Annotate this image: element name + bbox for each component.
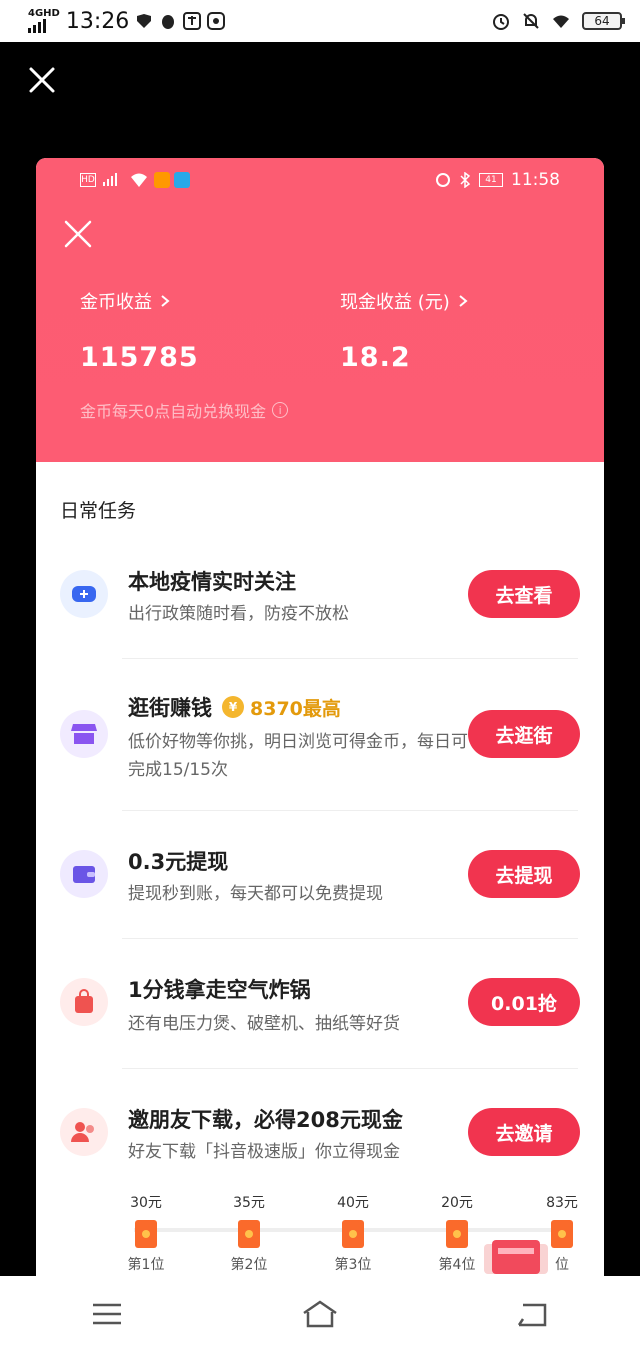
wifi-icon	[131, 173, 147, 187]
section-title: 日常任务	[60, 500, 137, 522]
gift-icon[interactable]	[476, 1238, 556, 1278]
signal-icon	[103, 173, 117, 186]
shop-icon	[60, 710, 108, 758]
bluetooth-icon	[460, 172, 471, 188]
task-desc: 低价好物等你挑，明日浏览可得金币，每日可完成15/15次	[128, 732, 468, 780]
pay-icon	[183, 12, 202, 30]
alarm-icon	[436, 173, 450, 187]
back-icon[interactable]	[513, 1299, 553, 1329]
task-title: 0.3元提现	[128, 850, 229, 874]
rank-label: 第2位	[230, 1257, 268, 1273]
signal-icon: 4GHD	[28, 9, 60, 33]
red-packet-icon	[342, 1220, 364, 1248]
divider	[122, 658, 578, 659]
exchange-note: 金币每天0点自动兑换现金 i	[80, 398, 289, 422]
outer-status-bar: 4GHD 13:26 64	[0, 0, 640, 42]
weather-icon	[174, 172, 190, 188]
coin-icon: ¥	[222, 696, 244, 718]
divider	[122, 1068, 578, 1069]
bag-icon	[60, 978, 108, 1026]
red-packet-icon	[238, 1220, 260, 1248]
reward-amount: 40元	[337, 1195, 369, 1211]
mask-icon	[60, 570, 108, 618]
coin-earnings-label: 金币收益	[80, 292, 152, 313]
bonus-text: 8370最高	[250, 697, 341, 720]
task-title: 邀朋友下载，必得208元现金	[128, 1108, 403, 1132]
task-desc: 提现秒到账，每天都可以免费提现	[128, 884, 383, 904]
inner-clock: 11:58	[511, 170, 560, 190]
wallet-icon	[60, 850, 108, 898]
task-desc: 出行政策随时看，防疫不放松	[128, 604, 349, 624]
task-title: 逛街赚钱	[128, 696, 212, 720]
task-card: HD 41 11:58 金币收益 115785 现金收益 (元) 18.2 金币…	[36, 158, 604, 1278]
hd-icon: HD	[80, 173, 96, 187]
coin-earnings[interactable]: 金币收益 115785	[80, 288, 199, 373]
divider	[122, 938, 578, 939]
penguin-icon	[162, 15, 175, 29]
chevron-right-icon	[161, 295, 170, 307]
close-icon[interactable]	[62, 218, 94, 250]
battery-icon: 64	[582, 12, 625, 30]
rank-label: 第3位	[334, 1257, 372, 1273]
task-title: 1分钱拿走空气炸锅	[128, 978, 311, 1002]
reward-amount: 83元	[546, 1195, 578, 1211]
shop-button[interactable]: 去逛街	[468, 710, 580, 758]
progress-stop: 35元 第2位	[221, 1192, 277, 1274]
info-icon[interactable]: i	[272, 402, 289, 418]
cash-earnings-value: 18.2	[340, 342, 411, 373]
task-title: 本地疫情实时关注	[128, 570, 296, 594]
grab-button[interactable]: 0.01抢	[468, 978, 580, 1026]
battery-icon: 41	[479, 173, 503, 187]
shield-icon	[137, 14, 152, 28]
hand-icon	[207, 12, 226, 30]
wifi-icon	[553, 15, 569, 28]
invite-button[interactable]: 去邀请	[468, 1108, 580, 1156]
progress-stop: 40元 第3位	[325, 1192, 381, 1274]
progress-stop: 30元 第1位	[118, 1192, 174, 1274]
task-desc: 好友下载「抖音极速版」你立得现金	[128, 1142, 400, 1162]
cash-earnings-label: 现金收益 (元)	[340, 292, 450, 313]
red-packet-icon	[446, 1220, 468, 1248]
red-packet-icon	[135, 1220, 157, 1248]
coin-earnings-value: 115785	[80, 342, 199, 373]
withdraw-button[interactable]: 去提现	[468, 850, 580, 898]
rank-label: 第1位	[127, 1257, 165, 1273]
reward-amount: 30元	[130, 1195, 162, 1211]
cash-earnings[interactable]: 现金收益 (元) 18.2	[340, 288, 468, 373]
view-button[interactable]: 去查看	[468, 570, 580, 618]
mute-bell-icon	[523, 13, 539, 29]
bottom-nav-bar	[0, 1276, 640, 1351]
reward-amount: 35元	[233, 1195, 265, 1211]
reward-amount: 20元	[441, 1195, 473, 1211]
task-desc: 还有电压力煲、破壁机、抽纸等好货	[128, 1014, 400, 1034]
close-icon[interactable]	[28, 66, 56, 94]
clock-time: 13:26	[65, 8, 130, 34]
divider	[122, 810, 578, 811]
menu-icon[interactable]	[87, 1299, 127, 1329]
alarm-icon	[493, 14, 509, 30]
task-title-row: 逛街赚钱 ¥ 8370最高	[128, 692, 341, 722]
friends-icon	[60, 1108, 108, 1156]
app-icon	[154, 172, 170, 188]
earnings-header: HD 41 11:58 金币收益 115785 现金收益 (元) 18.2 金币…	[36, 158, 604, 462]
chevron-right-icon	[459, 295, 468, 307]
inner-status-bar: HD 41 11:58	[80, 168, 560, 192]
home-icon[interactable]	[300, 1299, 340, 1329]
